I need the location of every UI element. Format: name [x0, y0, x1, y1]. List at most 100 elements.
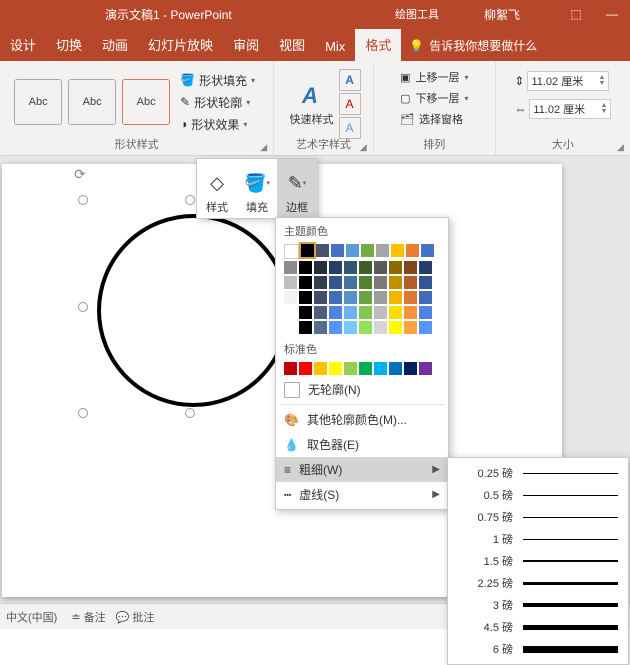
color-swatch[interactable] — [314, 276, 327, 289]
weight-option[interactable]: 4.5 磅 — [448, 616, 628, 638]
selection-pane-button[interactable]: 🗂选择窗格 — [400, 109, 468, 129]
color-swatch[interactable] — [314, 261, 327, 274]
comments-button[interactable]: 💬 批注 — [116, 609, 155, 625]
color-swatch[interactable] — [299, 362, 312, 375]
quick-styles-button[interactable]: A 快速样式 — [286, 79, 338, 129]
shape-height-input[interactable]: 11.02 厘米▲▼ — [527, 71, 609, 91]
tab-mix[interactable]: Mix — [315, 33, 355, 61]
color-swatch[interactable] — [299, 291, 312, 304]
color-swatch[interactable] — [344, 276, 357, 289]
dashes-item[interactable]: ┅虚线(S)▶ — [276, 482, 448, 507]
dialog-launcher-icon[interactable]: ◢ — [360, 142, 370, 152]
color-swatch[interactable] — [314, 306, 327, 319]
weight-option[interactable]: 3 磅 — [448, 594, 628, 616]
color-swatch[interactable] — [419, 362, 432, 375]
color-swatch[interactable] — [329, 291, 342, 304]
color-swatch[interactable] — [299, 321, 312, 334]
tab-review[interactable]: 审阅 — [223, 29, 269, 61]
tab-slideshow[interactable]: 幻灯片放映 — [138, 29, 223, 61]
selected-shape[interactable]: ⟳ — [82, 199, 297, 414]
send-backward-button[interactable]: ▢下移一层▾ — [400, 88, 468, 108]
weight-option[interactable]: 0.25 磅 — [448, 462, 628, 484]
color-swatch[interactable] — [404, 291, 417, 304]
color-swatch[interactable] — [406, 244, 419, 257]
tab-transitions[interactable]: 切换 — [46, 29, 92, 61]
mini-style-button[interactable]: ◇ 样式 — [197, 159, 237, 218]
color-swatch[interactable] — [284, 362, 297, 375]
color-swatch[interactable] — [404, 276, 417, 289]
color-swatch[interactable] — [346, 244, 359, 257]
color-swatch[interactable] — [359, 276, 372, 289]
color-swatch[interactable] — [314, 362, 327, 375]
resize-handle[interactable] — [78, 302, 88, 312]
tab-format[interactable]: 格式 — [355, 29, 401, 61]
no-outline-item[interactable]: 无轮廓(N) — [276, 377, 448, 402]
user-name[interactable]: 柳絮飞 — [484, 6, 520, 23]
shape-style-2[interactable]: Abc — [68, 79, 116, 125]
color-swatch[interactable] — [404, 362, 417, 375]
color-swatch[interactable] — [284, 306, 297, 319]
mini-fill-button[interactable]: 🪣▾ 填充 — [237, 159, 277, 218]
color-swatch[interactable] — [329, 362, 342, 375]
tab-view[interactable]: 视图 — [269, 29, 315, 61]
color-swatch[interactable] — [404, 306, 417, 319]
color-swatch[interactable] — [374, 291, 387, 304]
color-swatch[interactable] — [374, 261, 387, 274]
color-swatch[interactable] — [284, 276, 297, 289]
color-swatch[interactable] — [331, 244, 344, 257]
color-swatch[interactable] — [419, 306, 432, 319]
color-swatch[interactable] — [419, 321, 432, 334]
color-swatch[interactable] — [344, 291, 357, 304]
resize-handle[interactable] — [185, 195, 195, 205]
color-swatch[interactable] — [359, 291, 372, 304]
color-swatch[interactable] — [374, 321, 387, 334]
shape-style-3[interactable]: Abc — [122, 79, 170, 125]
color-swatch[interactable] — [284, 321, 297, 334]
tab-animations[interactable]: 动画 — [92, 29, 138, 61]
mini-outline-button[interactable]: ✎▾ 边框 — [277, 159, 317, 218]
resize-handle[interactable] — [78, 195, 88, 205]
dialog-launcher-icon[interactable]: ◢ — [260, 142, 270, 152]
color-swatch[interactable] — [314, 291, 327, 304]
color-swatch[interactable] — [301, 244, 314, 257]
weight-option[interactable]: 2.25 磅 — [448, 572, 628, 594]
color-swatch[interactable] — [374, 362, 387, 375]
color-swatch[interactable] — [389, 261, 402, 274]
color-swatch[interactable] — [419, 276, 432, 289]
circle-shape[interactable] — [97, 214, 290, 407]
shape-fill-button[interactable]: 🪣形状填充▾ — [176, 69, 259, 91]
color-swatch[interactable] — [344, 321, 357, 334]
color-swatch[interactable] — [344, 261, 357, 274]
notes-button[interactable]: ≐ 备注 — [71, 609, 105, 625]
color-swatch[interactable] — [329, 321, 342, 334]
color-swatch[interactable] — [389, 362, 402, 375]
color-swatch[interactable] — [344, 306, 357, 319]
text-outline-button[interactable]: A — [339, 93, 361, 115]
ribbon-options-icon[interactable]: ⬚ — [558, 0, 594, 28]
color-swatch[interactable] — [404, 321, 417, 334]
color-swatch[interactable] — [359, 321, 372, 334]
dialog-launcher-icon[interactable]: ◢ — [617, 142, 627, 152]
minimize-icon[interactable]: ― — [594, 0, 630, 28]
color-swatch[interactable] — [421, 244, 434, 257]
language-status[interactable]: 中文(中国) — [6, 609, 57, 625]
color-swatch[interactable] — [389, 291, 402, 304]
resize-handle[interactable] — [78, 408, 88, 418]
shape-width-input[interactable]: 11.02 厘米▲▼ — [529, 99, 611, 119]
color-swatch[interactable] — [419, 261, 432, 274]
resize-handle[interactable] — [185, 408, 195, 418]
color-swatch[interactable] — [284, 261, 297, 274]
color-swatch[interactable] — [329, 276, 342, 289]
color-swatch[interactable] — [374, 306, 387, 319]
color-swatch[interactable] — [329, 261, 342, 274]
color-swatch[interactable] — [389, 306, 402, 319]
text-fill-button[interactable]: A — [339, 69, 361, 91]
color-swatch[interactable] — [299, 261, 312, 274]
bring-forward-button[interactable]: ▣上移一层▾ — [400, 67, 468, 87]
color-swatch[interactable] — [284, 244, 299, 259]
color-swatch[interactable] — [316, 244, 329, 257]
shape-outline-button[interactable]: ✎形状轮廓▾ — [176, 91, 259, 113]
color-swatch[interactable] — [361, 244, 374, 257]
shape-style-1[interactable]: Abc — [14, 79, 62, 125]
color-swatch[interactable] — [359, 261, 372, 274]
